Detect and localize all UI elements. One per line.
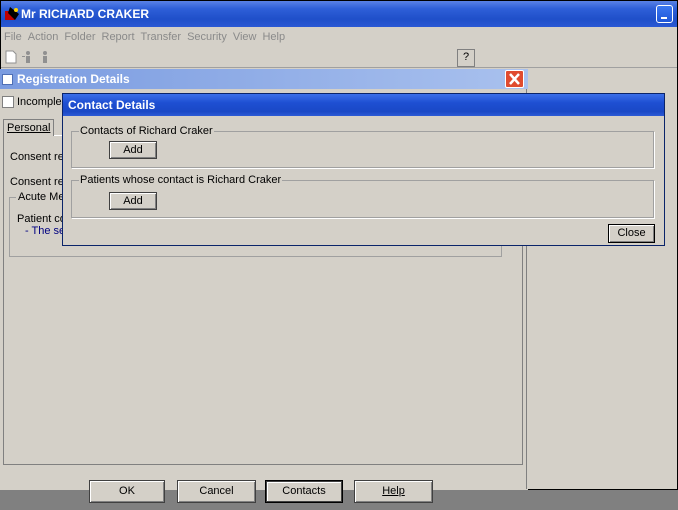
main-titlebar[interactable]: Mr RICHARD CRAKER bbox=[1, 1, 677, 27]
menu-security[interactable]: Security bbox=[184, 28, 230, 46]
menu-report[interactable]: Report bbox=[99, 28, 138, 46]
ok-button[interactable]: OK bbox=[89, 480, 165, 503]
new-document-icon[interactable] bbox=[4, 50, 18, 64]
add-contact-button[interactable]: Add bbox=[109, 141, 157, 159]
menu-action[interactable]: Action bbox=[25, 28, 62, 46]
contact-details-dialog: Contact Details Contacts of Richard Crak… bbox=[62, 93, 665, 246]
add-person-icon[interactable] bbox=[21, 50, 35, 64]
toolbar: ? bbox=[1, 47, 677, 68]
main-window: Mr RICHARD CRAKER File Action Folder Report… bbox=[0, 0, 678, 503]
patient-note-label: Patient co bbox=[17, 213, 66, 225]
tab-personal[interactable]: Personal bbox=[3, 119, 55, 136]
contact-dialog-title: Contact Details bbox=[68, 98, 156, 112]
menu-file[interactable]: File bbox=[1, 28, 25, 46]
checkbox-icon bbox=[2, 74, 13, 85]
close-button[interactable] bbox=[505, 70, 524, 88]
help-pointer-icon[interactable]: ? bbox=[457, 49, 475, 67]
patient-note-detail: - The se bbox=[25, 225, 66, 237]
contact-dialog-titlebar[interactable]: Contact Details bbox=[63, 94, 664, 116]
help-button[interactable]: Help bbox=[354, 480, 433, 503]
consent-label: Consent re bbox=[10, 151, 64, 163]
tab-personal-label: Personal bbox=[7, 122, 51, 134]
menu-transfer[interactable]: Transfer bbox=[138, 28, 185, 46]
menu-view[interactable]: View bbox=[230, 28, 260, 46]
registration-title: Registration Details bbox=[17, 72, 130, 86]
add-patient-button[interactable]: Add bbox=[109, 192, 157, 210]
close-dialog-button[interactable]: Close bbox=[608, 224, 655, 243]
help-button-label: Help bbox=[382, 485, 405, 497]
patients-legend: Patients whose contact is Richard Craker bbox=[79, 174, 283, 186]
incomplete-checkbox[interactable] bbox=[2, 96, 14, 108]
acute-group-legend: Acute Me bbox=[16, 191, 67, 203]
contacts-button[interactable]: Contacts bbox=[265, 480, 343, 503]
menu-help[interactable]: Help bbox=[259, 28, 288, 46]
minimize-button[interactable] bbox=[656, 5, 673, 23]
cancel-button[interactable]: Cancel bbox=[177, 480, 256, 503]
window-title: Mr RICHARD CRAKER bbox=[21, 7, 149, 21]
contacts-button-label: Contacts bbox=[282, 485, 326, 497]
incomplete-label: Incomple bbox=[17, 96, 62, 108]
contacts-of-legend: Contacts of Richard Craker bbox=[79, 125, 214, 137]
registration-titlebar[interactable]: Registration Details bbox=[0, 69, 528, 89]
app-logo-icon bbox=[4, 6, 20, 22]
person-icon[interactable] bbox=[38, 50, 52, 64]
menu-bar: File Action Folder Report Transfer Security Vi… bbox=[1, 28, 677, 46]
button-bar: OK Cancel Contacts Help bbox=[0, 480, 526, 510]
close-icon bbox=[509, 73, 520, 85]
menu-folder[interactable]: Folder bbox=[61, 28, 98, 46]
consent-label: Consent re bbox=[10, 176, 64, 188]
